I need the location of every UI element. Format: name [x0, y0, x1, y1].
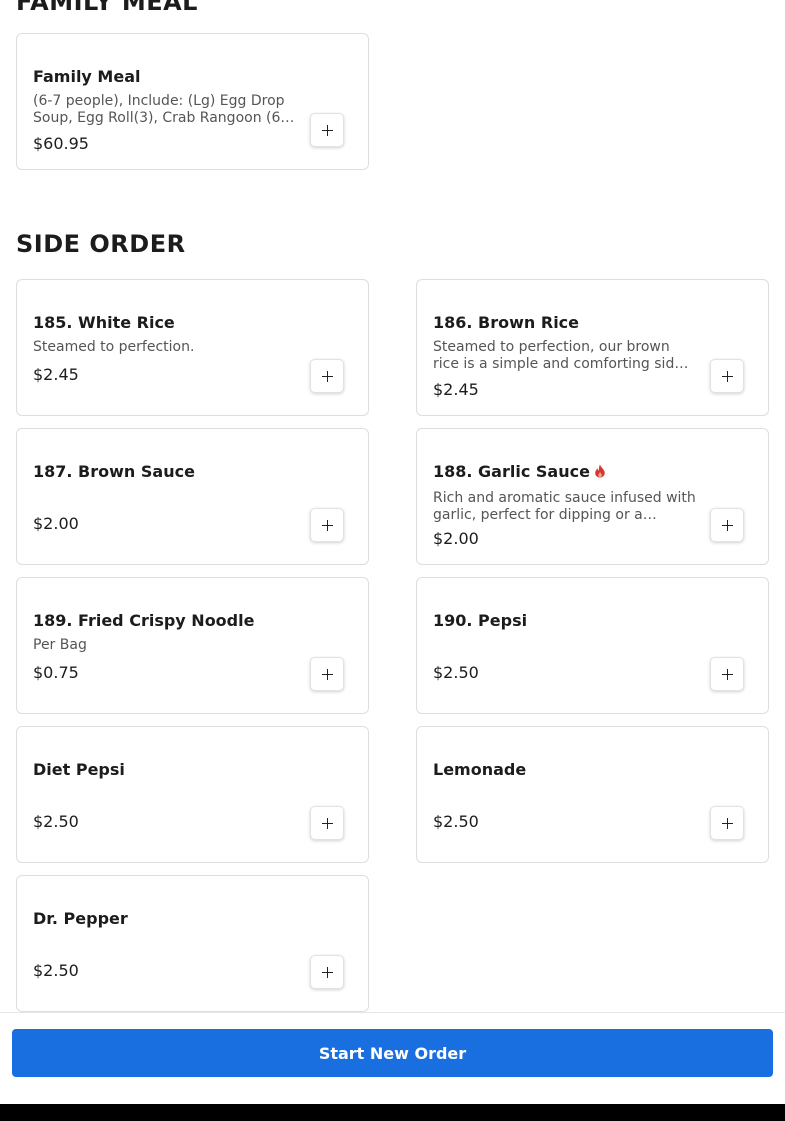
add-item-button[interactable] — [310, 806, 344, 840]
add-item-button[interactable] — [710, 508, 744, 542]
plus-icon — [721, 817, 733, 829]
add-item-button[interactable] — [310, 508, 344, 542]
menu-item-card[interactable]: Lemonade $2.50 — [416, 726, 769, 863]
item-description: Per Bag — [33, 637, 87, 653]
plus-icon — [321, 519, 333, 531]
plus-icon — [321, 124, 333, 136]
menu-item-card[interactable]: 188. Garlic Sauce Rich and aromatic sauc… — [416, 428, 769, 565]
item-price: $2.45 — [33, 365, 79, 384]
item-price: $2.50 — [33, 961, 79, 980]
item-name: 187. Brown Sauce — [33, 462, 195, 481]
menu-page: FAMILY MEAL Family Meal (6-7 people), In… — [0, 0, 785, 1121]
menu-item-card[interactable]: Family Meal (6-7 people), Include: (Lg) … — [16, 33, 369, 170]
item-name-row: 188. Garlic Sauce — [433, 462, 606, 481]
item-name: Lemonade — [433, 760, 527, 779]
item-description: Steamed to perfection, our brown rice is… — [433, 339, 689, 372]
menu-item-card[interactable]: 190. Pepsi $2.50 — [416, 577, 769, 714]
item-name: Diet Pepsi — [33, 760, 125, 779]
section-title-family-meal: FAMILY MEAL — [16, 0, 198, 16]
start-new-order-button[interactable]: Start New Order — [12, 1029, 773, 1077]
item-name: 185. White Rice — [33, 313, 175, 332]
menu-item-card[interactable]: 186. Brown Rice Steamed to perfection, o… — [416, 279, 769, 416]
plus-icon — [321, 668, 333, 680]
item-name: 186. Brown Rice — [433, 313, 580, 332]
plus-icon — [721, 370, 733, 382]
item-price: $2.50 — [433, 812, 479, 831]
add-item-button[interactable] — [710, 359, 744, 393]
add-item-button[interactable] — [310, 113, 344, 147]
item-price: $2.45 — [433, 380, 479, 399]
item-price: $2.50 — [433, 663, 479, 682]
item-price: $2.50 — [33, 812, 79, 831]
section-title-side-order: SIDE ORDER — [16, 230, 186, 258]
item-name: Dr. Pepper — [33, 909, 128, 928]
item-price: $0.75 — [33, 663, 79, 682]
plus-icon — [721, 668, 733, 680]
item-price: $2.00 — [33, 514, 79, 533]
menu-item-card[interactable]: 185. White Rice Steamed to perfection. $… — [16, 279, 369, 416]
menu-item-card[interactable]: Diet Pepsi $2.50 — [16, 726, 369, 863]
plus-icon — [321, 966, 333, 978]
menu-item-card[interactable]: 189. Fried Crispy Noodle Per Bag $0.75 — [16, 577, 369, 714]
item-description: Steamed to perfection. — [33, 339, 195, 355]
fire-icon — [595, 464, 605, 478]
item-description: (6-7 people), Include: (Lg) Egg Drop Sou… — [33, 93, 295, 126]
item-name: Family Meal — [33, 67, 141, 86]
item-price: $60.95 — [33, 134, 89, 153]
add-item-button[interactable] — [710, 657, 744, 691]
add-item-button[interactable] — [310, 657, 344, 691]
item-price: $2.00 — [433, 529, 479, 548]
add-item-button[interactable] — [710, 806, 744, 840]
item-name: 189. Fried Crispy Noodle — [33, 611, 255, 630]
item-name: 188. Garlic Sauce — [433, 462, 590, 481]
plus-icon — [321, 817, 333, 829]
item-description: Rich and aromatic sauce infused with gar… — [433, 490, 696, 523]
add-item-button[interactable] — [310, 359, 344, 393]
bottom-bar — [0, 1104, 785, 1121]
plus-icon — [721, 519, 733, 531]
menu-item-card[interactable]: 187. Brown Sauce $2.00 — [16, 428, 369, 565]
item-name: 190. Pepsi — [433, 611, 528, 630]
add-item-button[interactable] — [310, 955, 344, 989]
menu-item-card[interactable]: Dr. Pepper $2.50 — [16, 875, 369, 1012]
plus-icon — [321, 370, 333, 382]
